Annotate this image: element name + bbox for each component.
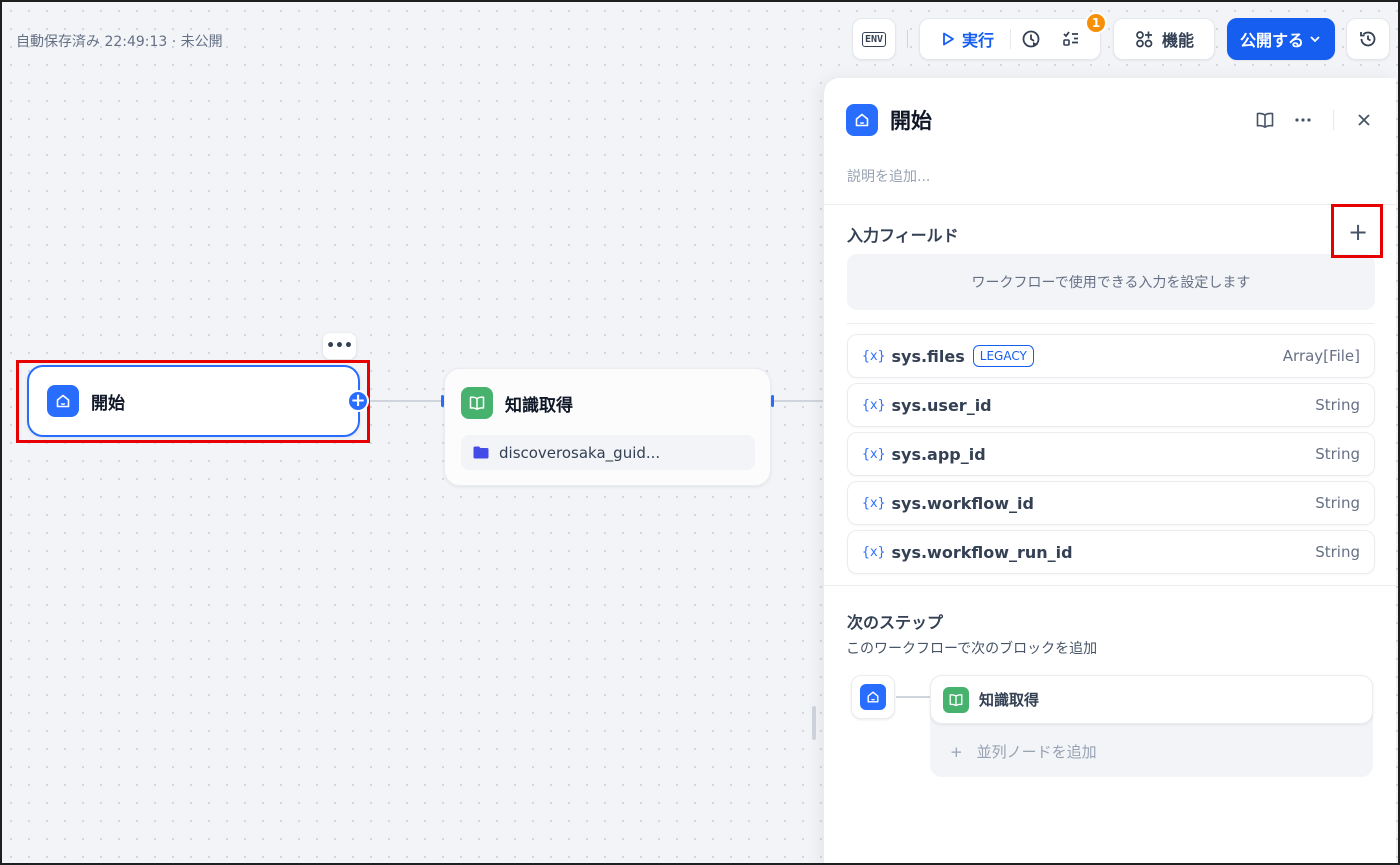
next-step-subtitle: このワークフローで次のブロックを追加 xyxy=(846,641,1098,657)
edge-start-to-knowledge xyxy=(370,400,442,402)
panel-title[interactable]: 開始 xyxy=(890,105,932,135)
variable-type: String xyxy=(1315,494,1360,512)
add-parallel-node-button[interactable]: + 並列ノードを追加 xyxy=(950,741,1097,762)
features-icon xyxy=(1136,31,1153,48)
variable-row: {x} sys.user_id String xyxy=(847,383,1375,427)
dataset-name: discoverosaka_guid... xyxy=(499,443,661,462)
next-step-start-node xyxy=(851,675,895,719)
next-node-name: 知識取得 xyxy=(979,691,1040,709)
panel-header-divider xyxy=(1333,110,1334,130)
book-icon xyxy=(943,686,969,713)
variable-icon: {x} xyxy=(862,446,886,462)
variable-name: sys.app_id xyxy=(891,444,986,464)
description-input[interactable]: 説明を追加... xyxy=(847,166,930,186)
variable-row: {x} sys.app_id String xyxy=(847,432,1375,476)
publish-button[interactable]: 公開する xyxy=(1227,18,1335,60)
variable-icon: {x} xyxy=(862,397,886,413)
run-button[interactable]: 実行 xyxy=(920,19,1010,59)
input-fields-title: 入力フィールド xyxy=(847,226,959,245)
history-icon xyxy=(1360,31,1376,47)
variable-row: {x} sys.files LEGACY Array[File] xyxy=(847,334,1375,378)
add-parallel-label: 並列ノードを追加 xyxy=(976,743,1097,761)
checklist-icon xyxy=(1063,31,1079,46)
run-label: 実行 xyxy=(962,31,995,50)
env-icon: ENV xyxy=(861,31,887,47)
folder-icon xyxy=(473,446,489,459)
add-field-highlight xyxy=(1331,204,1383,258)
variable-name: sys.files xyxy=(891,346,965,366)
next-step-title: 次のステップ xyxy=(847,613,944,632)
toolbar-divider xyxy=(907,30,908,48)
knowledge-retrieval-node[interactable]: 知識取得 discoverosaka_guid... xyxy=(444,368,771,486)
home-icon xyxy=(860,684,886,710)
run-group: 実行 xyxy=(919,18,1101,60)
panel-divider xyxy=(824,585,1396,586)
variable-type: Array[File] xyxy=(1282,347,1360,365)
chevron-down-icon xyxy=(1310,36,1320,43)
start-node-highlight xyxy=(16,360,370,443)
clock-play-icon xyxy=(1022,30,1040,48)
node-settings-panel: 開始 説明を追加... 入力フィールド + ワークフローで使用できる入力を設定し… xyxy=(823,78,1396,863)
book-icon xyxy=(461,387,493,419)
publish-label: 公開する xyxy=(1239,31,1304,50)
variable-row: {x} sys.workflow_run_id String xyxy=(847,530,1375,574)
variable-type: String xyxy=(1315,396,1360,414)
variable-name: sys.workflow_run_id xyxy=(891,542,1073,562)
variable-name: sys.user_id xyxy=(891,395,992,415)
add-next-node-handle[interactable]: + xyxy=(347,390,369,412)
close-icon[interactable] xyxy=(1352,108,1376,132)
next-step-knowledge-node[interactable]: 知識取得 xyxy=(930,675,1373,724)
more-options-icon[interactable] xyxy=(1291,108,1315,132)
plus-icon: + xyxy=(950,742,963,761)
variable-icon: {x} xyxy=(862,544,886,560)
run-history-button[interactable] xyxy=(1011,19,1051,59)
next-step-connector xyxy=(896,696,930,698)
autosave-status: 自動保存済み 22:49:13 · 未公開 xyxy=(16,34,223,50)
workflow-editor: 自動保存済み 22:49:13 · 未公開 ENV 実行 1 機能 公開する •… xyxy=(0,0,1400,865)
variable-icon: {x} xyxy=(862,495,886,511)
panel-resize-handle[interactable] xyxy=(812,706,816,740)
node-more-button[interactable]: ••• xyxy=(323,333,356,359)
checklist-count-badge: 1 xyxy=(1085,12,1107,34)
input-fields-empty-hint: ワークフローで使用できる入力を設定します xyxy=(847,254,1375,310)
fields-divider xyxy=(847,323,1374,324)
docs-book-icon[interactable] xyxy=(1253,108,1277,132)
variable-icon: {x} xyxy=(862,348,886,364)
variable-type: String xyxy=(1315,445,1360,463)
panel-divider xyxy=(824,204,1396,205)
variable-name: sys.workflow_id xyxy=(891,493,1034,513)
version-history-button[interactable] xyxy=(1346,18,1390,60)
features-label: 機能 xyxy=(1161,31,1194,50)
edge-knowledge-out xyxy=(774,400,823,402)
home-icon xyxy=(846,104,878,136)
knowledge-node-title: 知識取得 xyxy=(505,395,573,416)
variable-type: String xyxy=(1315,543,1360,561)
dataset-item[interactable]: discoverosaka_guid... xyxy=(461,435,755,470)
next-step-block: 知識取得 + 並列ノードを追加 xyxy=(930,675,1373,777)
legacy-badge: LEGACY xyxy=(972,345,1034,367)
variable-row: {x} sys.workflow_id String xyxy=(847,481,1375,525)
play-icon xyxy=(943,32,954,46)
env-button[interactable]: ENV xyxy=(852,18,896,60)
features-button[interactable]: 機能 xyxy=(1113,18,1215,60)
